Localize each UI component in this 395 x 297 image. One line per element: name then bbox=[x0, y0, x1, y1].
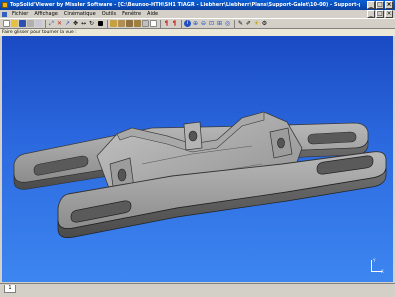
move-icon[interactable]: ↔ bbox=[80, 20, 87, 27]
view-iso-icon[interactable] bbox=[134, 20, 141, 27]
zoom-out-icon[interactable]: ⊖ bbox=[200, 20, 207, 27]
axis-x-label: X bbox=[381, 269, 384, 274]
pen2-icon[interactable]: ✐ bbox=[245, 20, 252, 27]
menu-fenetre[interactable]: Fenêtre bbox=[119, 10, 144, 18]
tool-red-icon[interactable]: ¶ bbox=[163, 20, 170, 27]
toolbar-separator bbox=[181, 19, 182, 28]
document-tab[interactable]: 1 bbox=[4, 285, 16, 293]
pen-icon[interactable]: ✎ bbox=[237, 20, 244, 27]
open-icon[interactable] bbox=[11, 20, 18, 27]
scale-icon[interactable]: ✕ bbox=[56, 20, 63, 27]
part-model bbox=[13, 111, 387, 238]
arrow-icon[interactable]: ✥ bbox=[72, 20, 79, 27]
zoom-all-icon[interactable]: ⊞ bbox=[216, 20, 223, 27]
doc-minimize-button[interactable]: _ bbox=[367, 10, 375, 18]
draw-icon[interactable]: ↗ bbox=[64, 20, 71, 27]
toolbar: ⤢ ✕ ↗ ✥ ↔ ↻ ¶ ¶ i ⊕ ⊖ ⊡ ⊞ ◎ ✎ ✐ ☀ ⚙ bbox=[0, 18, 395, 29]
3d-viewport[interactable]: Y X bbox=[2, 36, 393, 282]
axis-triad: Y X bbox=[369, 258, 384, 274]
tool-red2-icon[interactable]: ¶ bbox=[171, 20, 178, 27]
clipboard-icon[interactable] bbox=[142, 20, 149, 27]
settings-icon[interactable]: ⚙ bbox=[261, 20, 268, 27]
axis-y-label: Y bbox=[373, 258, 376, 263]
print-icon[interactable] bbox=[27, 20, 34, 27]
toolbar-separator bbox=[107, 19, 108, 28]
view-side-icon[interactable] bbox=[126, 20, 133, 27]
doc-restore-button[interactable]: □ bbox=[376, 10, 384, 18]
view-front-icon[interactable] bbox=[110, 20, 117, 27]
minimize-button[interactable]: _ bbox=[367, 1, 375, 9]
menu-bar: Fichier Affichage Cinématique Outils Fen… bbox=[0, 10, 395, 18]
stop-icon[interactable] bbox=[98, 21, 103, 26]
toolbar-separator bbox=[234, 19, 235, 28]
document-tab-bar: 1 bbox=[0, 283, 395, 297]
new-icon[interactable] bbox=[3, 20, 10, 27]
toolbar-separator bbox=[160, 19, 161, 28]
light-icon[interactable]: ☀ bbox=[253, 20, 260, 27]
document-icon[interactable] bbox=[2, 11, 7, 17]
doc-close-button[interactable]: × bbox=[385, 10, 393, 18]
menu-outils[interactable]: Outils bbox=[99, 10, 119, 18]
zoom-fit-icon[interactable]: ⤢ bbox=[48, 20, 55, 27]
page-icon[interactable] bbox=[150, 20, 157, 27]
view-top-icon[interactable] bbox=[118, 20, 125, 27]
zoom-in-icon[interactable]: ⊕ bbox=[192, 20, 199, 27]
status-hint: Faire glisser pour tourner la vue : bbox=[0, 29, 395, 36]
copy-icon[interactable] bbox=[35, 20, 42, 27]
menu-affichage[interactable]: Affichage bbox=[31, 10, 61, 18]
close-button[interactable]: × bbox=[385, 1, 393, 9]
save-icon[interactable] bbox=[19, 20, 26, 27]
menu-aide[interactable]: Aide bbox=[144, 10, 161, 18]
app-icon[interactable] bbox=[2, 2, 8, 8]
zoom-window-icon[interactable]: ⊡ bbox=[208, 20, 215, 27]
menu-cinematique[interactable]: Cinématique bbox=[61, 10, 99, 18]
title-bar: TopSolid'Viewer by Missler Software - [C… bbox=[0, 0, 395, 10]
rotate-icon[interactable]: ↻ bbox=[88, 20, 95, 27]
toolbar-separator bbox=[45, 19, 46, 28]
window-title: TopSolid'Viewer by Missler Software - [C… bbox=[10, 2, 360, 8]
maximize-button[interactable]: □ bbox=[376, 1, 384, 9]
menu-fichier[interactable]: Fichier bbox=[9, 10, 31, 18]
info-icon[interactable]: i bbox=[184, 20, 191, 27]
zoom-prev-icon[interactable]: ◎ bbox=[224, 20, 231, 27]
